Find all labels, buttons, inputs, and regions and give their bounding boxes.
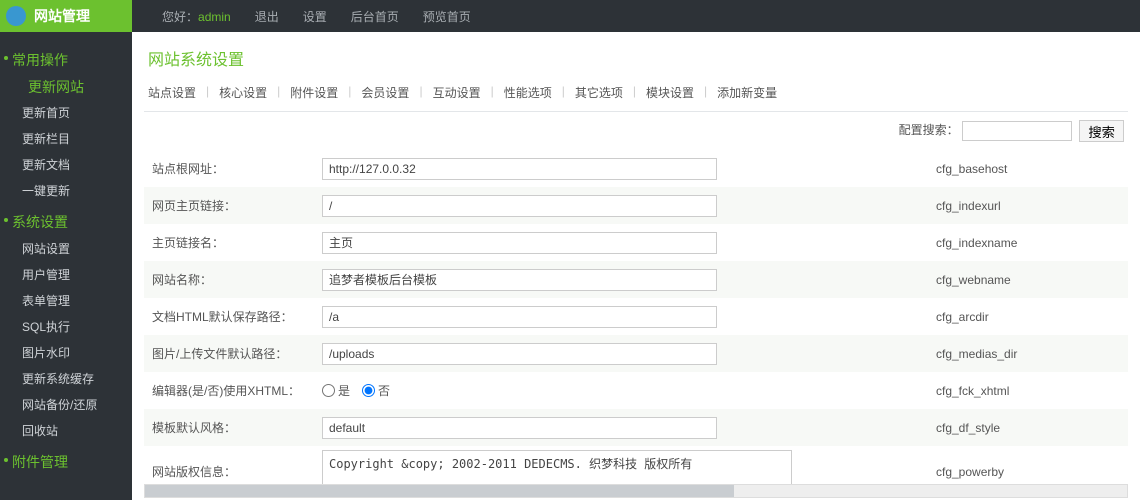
- tab-separator: |: [558, 84, 569, 101]
- sidebar-item[interactable]: 网站设置: [0, 236, 132, 262]
- tab-item[interactable]: 添加新变量: [717, 84, 777, 101]
- config-label: 站点根网址：: [144, 150, 314, 187]
- sidebar-item[interactable]: 图片水印: [0, 340, 132, 366]
- config-text-input[interactable]: [322, 158, 717, 180]
- sidebar-item[interactable]: 一键更新: [0, 178, 132, 204]
- config-key: cfg_df_style: [928, 409, 1128, 446]
- search-label: 配置搜索：: [899, 123, 959, 137]
- config-text-input[interactable]: [322, 306, 717, 328]
- top-menu: 您好：admin 退出 设置 后台首页 预览首页: [132, 8, 471, 25]
- config-text-input[interactable]: [322, 232, 717, 254]
- config-row: 图片/上传文件默认路径： cfg_medias_dir: [144, 335, 1128, 372]
- config-search-button[interactable]: 搜索: [1079, 120, 1124, 142]
- tab-separator: |: [487, 84, 498, 101]
- sidebar-item[interactable]: 更新网站: [0, 74, 132, 100]
- sidebar-group[interactable]: 系统设置: [0, 204, 132, 236]
- config-label: 模板默认风格：: [144, 409, 314, 446]
- config-search-row: 配置搜索： 搜索: [144, 112, 1128, 150]
- logo: 网站管理: [0, 0, 132, 32]
- config-value-cell: [314, 224, 928, 261]
- config-key: cfg_basehost: [928, 150, 1128, 187]
- logo-text: 网站管理: [34, 6, 90, 26]
- sidebar-item[interactable]: 用户管理: [0, 262, 132, 288]
- config-row: 模板默认风格： cfg_df_style: [144, 409, 1128, 446]
- sidebar-item[interactable]: 表单管理: [0, 288, 132, 314]
- config-text-input[interactable]: [322, 417, 717, 439]
- config-text-input[interactable]: [322, 195, 717, 217]
- sidebar-item[interactable]: SQL执行: [0, 314, 132, 340]
- greeting: 您好：admin: [162, 8, 231, 25]
- tab-item[interactable]: 其它选项: [575, 84, 623, 101]
- sidebar-item[interactable]: 网站备份/还原: [0, 392, 132, 418]
- tab-item[interactable]: 性能选项: [504, 84, 552, 101]
- content-area: 网站系统设置 站点设置 | 核心设置 | 附件设置 | 会员设置 | 互动设置 | 性能选项 | 其它选…: [132, 32, 1140, 500]
- tab-separator: |: [202, 84, 213, 101]
- top-bar: 网站管理 您好：admin 退出 设置 后台首页 预览首页: [0, 0, 1140, 32]
- tab-item[interactable]: 会员设置: [361, 84, 409, 101]
- current-user: admin: [198, 10, 231, 24]
- sidebar-group[interactable]: 常用操作: [0, 42, 132, 74]
- tab-item[interactable]: 站点设置: [148, 84, 196, 101]
- sidebar-item[interactable]: 更新系统缓存: [0, 366, 132, 392]
- config-value-cell: [314, 335, 928, 372]
- config-value-cell: 是否: [314, 372, 928, 409]
- sidebar-group[interactable]: 附件管理: [0, 444, 132, 476]
- config-key: cfg_indexurl: [928, 187, 1128, 224]
- sidebar-item[interactable]: 更新文档: [0, 152, 132, 178]
- radio-input[interactable]: [362, 384, 375, 397]
- config-label: 文档HTML默认保存路径：: [144, 298, 314, 335]
- top-menu-backend-home[interactable]: 后台首页: [351, 8, 399, 25]
- tab-separator: |: [415, 84, 426, 101]
- config-row: 编辑器(是/否)使用XHTML：是否cfg_fck_xhtml: [144, 372, 1128, 409]
- top-menu-preview-home[interactable]: 预览首页: [423, 8, 471, 25]
- config-search-input[interactable]: [962, 121, 1072, 141]
- config-text-input[interactable]: [322, 269, 717, 291]
- config-value-cell: [314, 409, 928, 446]
- top-menu-logout[interactable]: 退出: [255, 8, 279, 25]
- scrollbar-thumb[interactable]: [145, 485, 734, 497]
- config-label: 网站名称：: [144, 261, 314, 298]
- tab-item[interactable]: 互动设置: [433, 84, 481, 101]
- tab-separator: |: [273, 84, 284, 101]
- config-row: 文档HTML默认保存路径： cfg_arcdir: [144, 298, 1128, 335]
- config-value-cell: [314, 298, 928, 335]
- tab-item[interactable]: 核心设置: [219, 84, 267, 101]
- sidebar: 常用操作更新网站更新首页更新栏目更新文档一键更新系统设置网站设置用户管理表单管理…: [0, 32, 132, 500]
- config-value-cell: [314, 261, 928, 298]
- tab-separator: |: [700, 84, 711, 101]
- avatar-icon: [6, 6, 26, 26]
- tab-item[interactable]: 附件设置: [290, 84, 338, 101]
- sidebar-item[interactable]: 更新栏目: [0, 126, 132, 152]
- config-key: cfg_medias_dir: [928, 335, 1128, 372]
- tab-item[interactable]: 模块设置: [646, 84, 694, 101]
- tab-row: 站点设置 | 核心设置 | 附件设置 | 会员设置 | 互动设置 | 性能选项 | 其它选项 | 模块设置 |…: [144, 78, 1128, 112]
- config-key: cfg_webname: [928, 261, 1128, 298]
- config-label: 图片/上传文件默认路径：: [144, 335, 314, 372]
- config-key: cfg_arcdir: [928, 298, 1128, 335]
- sidebar-item[interactable]: 更新首页: [0, 100, 132, 126]
- page-title: 网站系统设置: [144, 42, 1128, 78]
- top-menu-settings[interactable]: 设置: [303, 8, 327, 25]
- config-label: 编辑器(是/否)使用XHTML：: [144, 372, 314, 409]
- config-row: 网页主页链接： cfg_indexurl: [144, 187, 1128, 224]
- config-value-cell: [314, 187, 928, 224]
- config-row: 站点根网址： cfg_basehost: [144, 150, 1128, 187]
- config-label: 主页链接名：: [144, 224, 314, 261]
- tab-separator: |: [344, 84, 355, 101]
- config-radio-option[interactable]: 是: [322, 382, 350, 399]
- tab-separator: |: [629, 84, 640, 101]
- sidebar-item[interactable]: 回收站: [0, 418, 132, 444]
- radio-input[interactable]: [322, 384, 335, 397]
- config-label: 网页主页链接：: [144, 187, 314, 224]
- config-row: 网站名称： cfg_webname: [144, 261, 1128, 298]
- config-text-input[interactable]: [322, 343, 717, 365]
- config-radio-option[interactable]: 否: [362, 382, 390, 399]
- horizontal-scrollbar[interactable]: [144, 484, 1128, 498]
- config-table: 站点根网址：cfg_basehost网页主页链接：cfg_indexurl主页链…: [144, 150, 1128, 497]
- config-key: cfg_indexname: [928, 224, 1128, 261]
- config-value-cell: [314, 150, 928, 187]
- config-key: cfg_fck_xhtml: [928, 372, 1128, 409]
- config-row: 主页链接名： cfg_indexname: [144, 224, 1128, 261]
